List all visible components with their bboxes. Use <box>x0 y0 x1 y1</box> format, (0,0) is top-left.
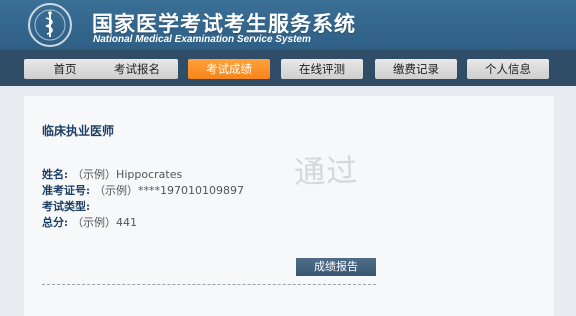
field-name: 姓名: （示例）Hippocrates <box>42 166 182 182</box>
nav-personal-info[interactable]: 个人信息 <box>467 59 549 79</box>
score-report-button[interactable]: 成绩报告 <box>296 258 376 276</box>
exam-name: 临床执业医师 <box>42 124 115 138</box>
header-banner: 国家医学考试考生服务系统 National Medical Examinatio… <box>0 0 576 50</box>
pass-stamp: 通过 <box>293 152 359 192</box>
nav-exam-registration[interactable]: 考试报名 <box>96 59 178 79</box>
field-total-score-value: （示例）441 <box>72 216 138 229</box>
field-exam-type-label: 考试类型: <box>42 200 91 213</box>
field-admission-number-label: 准考证号: <box>42 184 91 197</box>
main-nav: 首页 考试报名 考试成绩 在线评测 缴费记录 个人信息 <box>0 50 576 86</box>
field-name-label: 姓名: <box>42 168 69 181</box>
field-admission-number-value: （示例）****197010109897 <box>94 184 245 197</box>
page-margin <box>0 96 24 316</box>
field-total-score-label: 总分: <box>42 216 69 229</box>
field-admission-number: 准考证号: （示例）****197010109897 <box>42 182 244 198</box>
system-subtitle: National Medical Examination Service Sys… <box>93 34 311 45</box>
field-name-value: （示例）Hippocrates <box>72 168 183 181</box>
nav-home[interactable]: 首页 <box>24 59 106 79</box>
dashed-divider <box>42 284 376 285</box>
nav-payment-records[interactable]: 缴费记录 <box>375 59 457 79</box>
nav-online-assessment[interactable]: 在线评测 <box>281 59 363 79</box>
field-exam-type: 考试类型: <box>42 198 94 214</box>
nav-exam-results[interactable]: 考试成绩 <box>188 59 270 79</box>
nav-divider <box>0 86 576 96</box>
field-total-score: 总分: （示例）441 <box>42 214 137 230</box>
medical-emblem-icon <box>28 3 72 47</box>
